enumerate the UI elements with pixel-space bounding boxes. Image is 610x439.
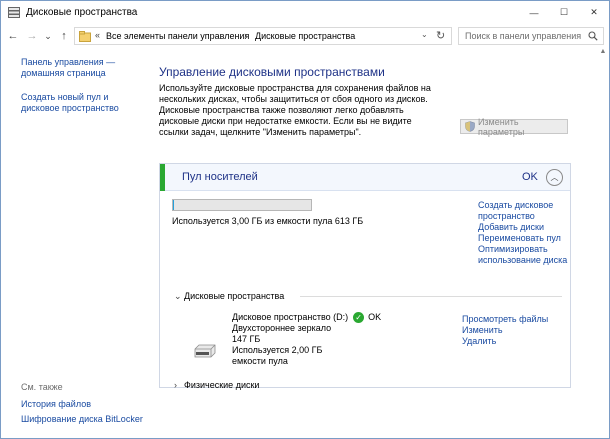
control-panel-home-link[interactable]: Панель управления — домашняя страница bbox=[21, 57, 146, 79]
storage-pool-panel: Пул носителей OK ︿ Используется 3,00 ГБ … bbox=[159, 163, 571, 390]
close-icon: ✕ bbox=[590, 7, 598, 17]
physical-drives-section-toggle[interactable]: › Физические диски bbox=[174, 380, 259, 390]
space-layout: Двухстороннее зеркало bbox=[232, 323, 332, 333]
refresh-icon[interactable]: ↻ bbox=[436, 29, 445, 42]
add-drives-link[interactable]: Добавить диски bbox=[478, 222, 570, 233]
minimize-icon: — bbox=[529, 7, 539, 18]
delete-space-link[interactable]: Удалить bbox=[462, 336, 548, 347]
space-name: Дисковое пространство (D:) bbox=[232, 312, 349, 322]
maximize-button[interactable]: ☐ bbox=[549, 1, 579, 24]
storage-spaces-app-icon bbox=[8, 7, 20, 18]
up-button[interactable]: ↑ bbox=[57, 28, 71, 44]
back-arrow-icon: ← bbox=[7, 30, 19, 42]
file-history-link[interactable]: История файлов bbox=[21, 399, 146, 410]
space-name-row: Дисковое пространство (D:) ✓ OK bbox=[232, 312, 381, 323]
window-title: Дисковые пространства bbox=[26, 7, 138, 18]
change-settings-label: Изменить параметры bbox=[477, 116, 525, 137]
close-button[interactable]: ✕ bbox=[579, 1, 609, 24]
chevron-up-icon: ︿ bbox=[550, 173, 559, 182]
physical-drives-title: Физические диски bbox=[184, 380, 260, 390]
title-bar: Дисковые пространства — ☐ ✕ bbox=[1, 1, 609, 24]
breadcrumb-all-items[interactable]: Все элементы панели управления bbox=[106, 31, 249, 41]
section-divider bbox=[300, 296, 562, 297]
control-panel-icon bbox=[79, 31, 91, 42]
left-pane: Панель управления — домашняя страница Со… bbox=[1, 48, 153, 438]
space-size: 147 ГБ bbox=[232, 334, 261, 344]
chevron-down-icon: ⌄ bbox=[44, 30, 52, 41]
breadcrumb-storage-spaces[interactable]: Дисковые пространства bbox=[255, 31, 355, 41]
back-button[interactable]: ← bbox=[6, 28, 20, 44]
uac-shield-icon bbox=[465, 121, 475, 132]
spaces-section-title: Дисковые пространства bbox=[184, 291, 285, 301]
optimize-usage-link[interactable]: Оптимизировать использование диска bbox=[478, 244, 570, 266]
search-input[interactable]: Поиск в панели управления bbox=[458, 27, 604, 45]
view-files-link[interactable]: Просмотреть файлы bbox=[462, 314, 548, 325]
rename-pool-link[interactable]: Переименовать пул bbox=[478, 233, 570, 244]
pool-title: Пул носителей bbox=[182, 171, 258, 183]
breadcrumb-overflow[interactable]: « bbox=[95, 30, 100, 40]
scroll-up-icon[interactable]: ▲ bbox=[598, 48, 608, 58]
space-used: Используется 2,00 ГБ емкости пула bbox=[232, 345, 323, 366]
chevron-down-icon: ⌄ bbox=[174, 291, 182, 301]
breadcrumb-separator-icon: › bbox=[244, 30, 247, 40]
search-icon bbox=[588, 31, 598, 41]
forward-button[interactable]: → bbox=[25, 28, 39, 44]
main-content: Управление дисковыми пространствами Испо… bbox=[153, 48, 609, 438]
pool-status-bar bbox=[160, 164, 165, 191]
see-also-label: См. также bbox=[21, 382, 63, 392]
space-actions: Просмотреть файлы Изменить Удалить bbox=[462, 314, 548, 347]
pool-usage-text: Используется 3,00 ГБ из емкости пула 613… bbox=[172, 216, 364, 226]
maximize-icon: ☐ bbox=[559, 7, 569, 17]
spaces-section-toggle[interactable]: ⌄ Дисковые пространства bbox=[174, 291, 562, 302]
storage-space-info: Дисковое пространство (D:) ✓ OK Двухстор… bbox=[232, 312, 381, 367]
pool-header: Пул носителей OK ︿ bbox=[160, 164, 570, 191]
address-bar[interactable]: « Все элементы панели управления › Диско… bbox=[74, 27, 452, 45]
address-dropdown-icon[interactable]: ⌄ bbox=[421, 30, 428, 39]
pool-usage-bar bbox=[172, 199, 312, 211]
up-arrow-icon: ↑ bbox=[61, 30, 67, 42]
vertical-scrollbar[interactable]: ▲ bbox=[597, 48, 609, 438]
navigation-bar: ← → ⌄ ↑ « Все элементы панели управления… bbox=[1, 24, 609, 48]
drive-icon bbox=[194, 344, 216, 358]
pool-actions: Создать дисковое пространство Добавить д… bbox=[478, 200, 570, 266]
page-heading: Управление дисковыми пространствами bbox=[159, 65, 385, 79]
create-pool-link[interactable]: Создать новый пул и дисковое пространств… bbox=[21, 92, 146, 114]
control-panel-window: Дисковые пространства — ☐ ✕ ← → ⌄ ↑ « Вс… bbox=[0, 0, 610, 439]
minimize-button[interactable]: — bbox=[519, 1, 549, 24]
search-placeholder: Поиск в панели управления bbox=[465, 31, 582, 41]
collapse-pool-button[interactable]: ︿ bbox=[546, 169, 563, 186]
chevron-right-icon: › bbox=[174, 380, 177, 390]
change-settings-button[interactable]: Изменить параметры bbox=[460, 116, 568, 137]
bitlocker-link[interactable]: Шифрование диска BitLocker bbox=[21, 414, 161, 425]
page-description: Используйте дисковые пространства для со… bbox=[159, 83, 431, 137]
pool-status: OK bbox=[522, 171, 538, 183]
space-status: OK bbox=[368, 312, 382, 322]
forward-arrow-icon: → bbox=[26, 30, 38, 42]
create-space-link[interactable]: Создать дисковое пространство bbox=[478, 200, 570, 222]
change-space-link[interactable]: Изменить bbox=[462, 325, 548, 336]
pool-usage-fill bbox=[173, 200, 174, 210]
ok-check-icon: ✓ bbox=[353, 312, 365, 323]
recent-locations-button[interactable]: ⌄ bbox=[41, 28, 55, 44]
